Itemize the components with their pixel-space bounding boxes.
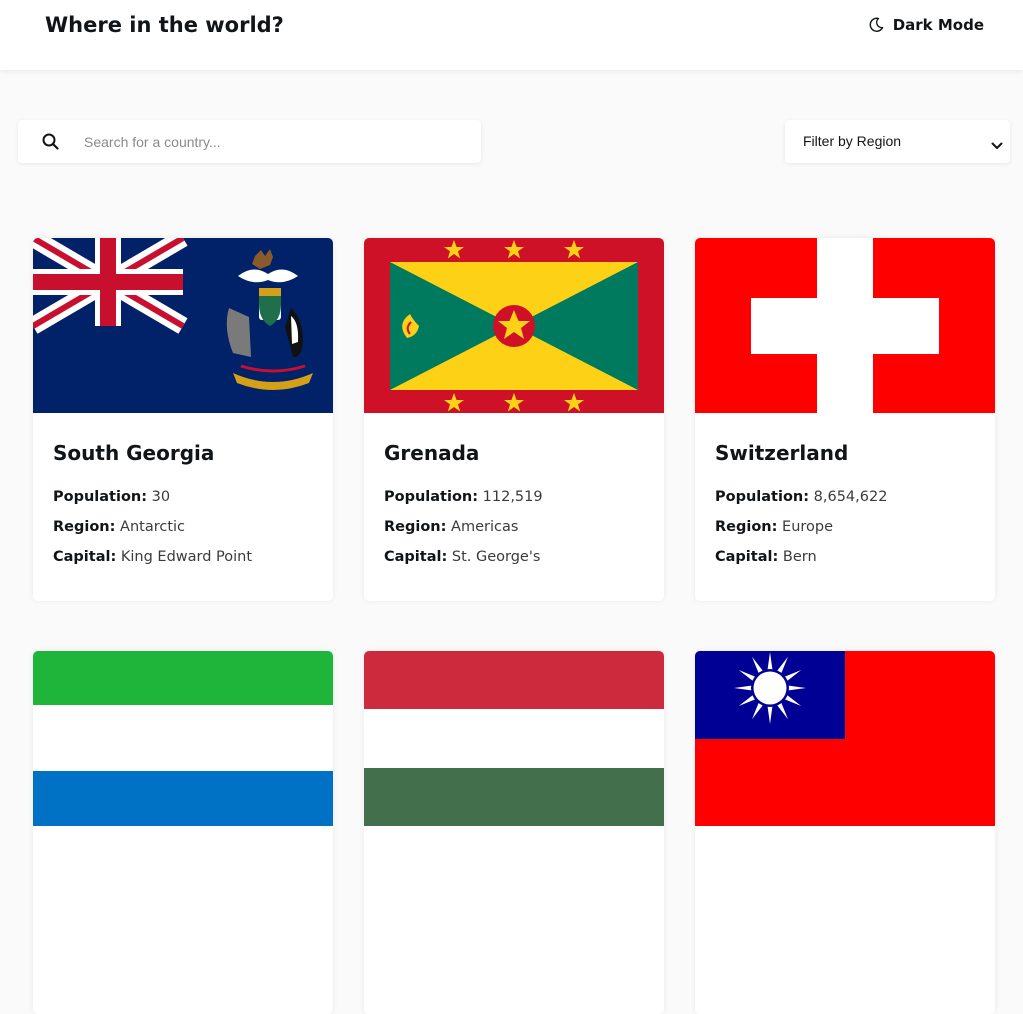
population-label: Population: — [715, 489, 810, 505]
app-title: Where in the world? — [45, 13, 284, 37]
region-label: Region: — [384, 519, 447, 535]
flag-south-georgia — [33, 238, 333, 413]
region-value: Antarctic — [120, 519, 186, 535]
region-row: Region: Americas — [384, 512, 644, 542]
capital-row: Capital: Bern — [715, 542, 975, 572]
population-label: Population: — [384, 489, 479, 505]
flag-sierra-leone — [33, 651, 333, 826]
region-row: Region: Antarctic — [53, 512, 313, 542]
country-name: Grenada — [384, 441, 480, 465]
region-filter-label: Filter by Region — [803, 133, 902, 149]
region-filter-select[interactable]: Filter by Region — [785, 120, 1010, 163]
population-value: 30 — [151, 489, 171, 505]
flag-switzerland — [695, 238, 995, 413]
search-box — [18, 120, 481, 163]
flag-hungary — [364, 651, 664, 826]
country-card[interactable] — [364, 651, 664, 1014]
moon-icon — [868, 17, 884, 33]
capital-label: Capital: — [53, 549, 117, 565]
region-label: Region: — [53, 519, 116, 535]
flag-grenada — [364, 238, 664, 413]
country-name: Switzerland — [715, 441, 849, 465]
population-row: Population: 8,654,622 — [715, 482, 975, 512]
region-label: Region: — [715, 519, 778, 535]
region-value: Europe — [782, 519, 834, 535]
population-row: Population: 30 — [53, 482, 313, 512]
chevron-down-icon — [991, 136, 1003, 155]
capital-label: Capital: — [384, 549, 448, 565]
population-value: 112,519 — [482, 489, 543, 505]
capital-label: Capital: — [715, 549, 779, 565]
country-card[interactable]: Grenada Population: 112,519 Region: Amer… — [364, 238, 664, 601]
dark-mode-label: Dark Mode — [892, 16, 984, 34]
capital-row: Capital: St. George's — [384, 542, 644, 572]
population-label: Population: — [53, 489, 148, 505]
region-row: Region: Europe — [715, 512, 975, 542]
search-icon — [42, 133, 59, 154]
top-header: Where in the world? Dark Mode — [0, 0, 1023, 70]
capital-value: Bern — [782, 549, 817, 565]
search-input[interactable] — [84, 120, 464, 163]
country-card[interactable] — [33, 651, 333, 1014]
country-card[interactable]: Switzerland Population: 8,654,622 Region… — [695, 238, 995, 601]
flag-taiwan — [695, 651, 995, 826]
population-row: Population: 112,519 — [384, 482, 644, 512]
capital-value: King Edward Point — [120, 549, 253, 565]
country-card[interactable]: South Georgia Population: 30 Region: Ant… — [33, 238, 333, 601]
country-name: South Georgia — [53, 441, 215, 465]
dark-mode-toggle[interactable]: Dark Mode — [868, 16, 984, 34]
country-card[interactable] — [695, 651, 995, 1014]
population-value: 8,654,622 — [813, 489, 888, 505]
capital-row: Capital: King Edward Point — [53, 542, 313, 572]
capital-value: St. George's — [451, 549, 541, 565]
region-value: Americas — [451, 519, 519, 535]
